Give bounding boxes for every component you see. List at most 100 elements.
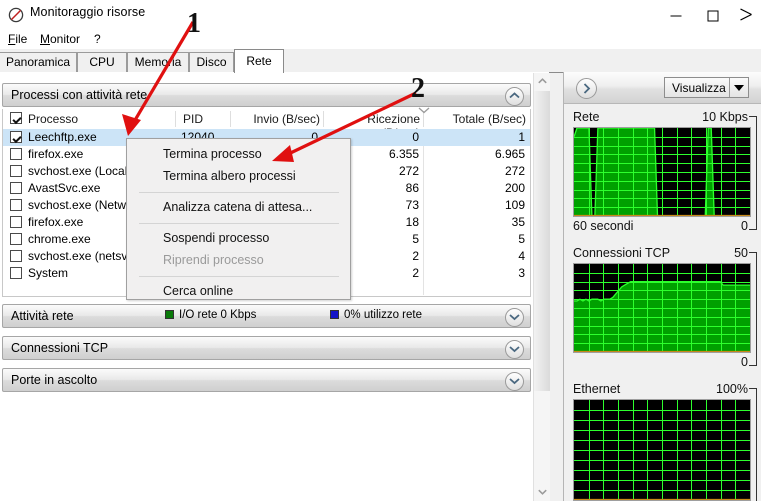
scrollbar-thumb[interactable] — [534, 91, 550, 391]
menu-bar: File Monitor ? — [0, 31, 761, 49]
graphs-pane: Visualizza Rete 10 Kbps 60 secondi 0 Con… — [563, 72, 761, 501]
cell-process-name: System — [28, 266, 69, 280]
row-checkbox[interactable] — [10, 165, 22, 177]
graph-tcp: Connessioni TCP 50 0 — [564, 246, 761, 376]
menu-help[interactable]: ? — [94, 32, 101, 46]
section-header-network-activity[interactable]: Attività rete I/O rete 0 Kbps 0% utilizz… — [2, 304, 531, 328]
context-menu-item[interactable]: Termina processo — [128, 144, 351, 166]
section-header-listening-ports[interactable]: Porte in ascolto — [2, 368, 531, 392]
caret-down-icon[interactable] — [734, 85, 744, 91]
close-button[interactable] — [731, 0, 761, 31]
cell-totale: 4 — [518, 249, 525, 263]
chevron-down-icon[interactable] — [505, 340, 524, 359]
section-title-network-activity: Attività rete — [11, 309, 74, 323]
tab-memoria[interactable]: Memoria — [127, 52, 189, 72]
legend-green-icon — [165, 310, 174, 319]
context-menu-item[interactable]: Termina albero processi — [128, 166, 351, 188]
menu-monitor[interactable]: Monitor — [40, 32, 80, 46]
row-checkbox[interactable] — [10, 131, 22, 143]
column-header-totale[interactable]: Totale (B/sec) — [427, 112, 526, 126]
context-menu-item-label: Sospendi processo — [163, 231, 270, 245]
column-divider[interactable] — [175, 111, 176, 127]
cell-totale: 1 — [518, 130, 525, 144]
graph-plot-rete[interactable] — [573, 127, 751, 217]
graph-min-tcp: 0 — [741, 355, 748, 369]
graph-plot-ethernet[interactable] — [573, 399, 751, 501]
cell-process-name: firefox.exe — [28, 147, 84, 161]
maximize-icon — [707, 10, 718, 21]
left-pane-scrollbar[interactable] — [533, 73, 550, 501]
graph-axis-bracket — [749, 252, 757, 366]
sort-indicator-icon — [418, 106, 430, 117]
row-checkbox[interactable] — [10, 182, 22, 194]
row-checkbox[interactable] — [10, 250, 22, 262]
graph-axis-bracket — [749, 116, 757, 230]
column-divider[interactable] — [323, 111, 324, 127]
context-menu-separator — [139, 192, 339, 193]
cell-totale: 5 — [518, 232, 525, 246]
context-menu-separator — [139, 223, 339, 224]
column-header-processo[interactable]: Processo — [28, 112, 78, 126]
column-divider[interactable] — [230, 111, 231, 127]
context-menu-item-label: Cerca online — [163, 284, 234, 298]
stat-network-io-label: I/O rete 0 Kbps — [179, 309, 257, 321]
graph-title-ethernet: Ethernet — [573, 382, 621, 396]
process-context-menu[interactable]: Termina processo Termina albero processi A… — [126, 138, 351, 300]
row-checkbox[interactable] — [10, 199, 22, 211]
cell-process-name: svchost.exe (Networl — [28, 198, 140, 212]
header-select-all-checkbox[interactable] — [10, 112, 22, 124]
section-title-processes: Processi con attività rete — [11, 88, 148, 102]
table-header-row: Processo PID Invio (B/sec) Ricezione (B/… — [3, 106, 530, 140]
context-menu-item[interactable]: Analizza catena di attesa... — [128, 197, 351, 219]
chevron-right-icon[interactable] — [576, 78, 597, 99]
title-bar: Monitoraggio risorse — [0, 0, 761, 31]
view-button[interactable]: Visualizza — [664, 77, 749, 98]
scroll-up-button[interactable] — [534, 73, 550, 90]
chevron-down-icon[interactable] — [505, 372, 524, 391]
row-checkbox[interactable] — [10, 148, 22, 160]
row-checkbox[interactable] — [10, 267, 22, 279]
context-menu-item-label: Riprendi processo — [163, 253, 264, 267]
chevron-up-icon[interactable] — [505, 87, 524, 106]
graph-ethernet: Ethernet 100% — [564, 382, 761, 501]
close-icon — [740, 7, 752, 23]
cell-process-name: chrome.exe — [28, 232, 91, 246]
cell-totale: 35 — [511, 215, 525, 229]
view-button-label: Visualizza — [672, 81, 726, 95]
cell-totale: 6.965 — [494, 147, 525, 161]
context-menu-item[interactable]: Sospendi processo — [128, 228, 351, 250]
maximize-button[interactable] — [694, 0, 731, 31]
context-menu-item-label: Termina processo — [163, 147, 262, 161]
context-menu-item[interactable]: Cerca online — [128, 281, 351, 303]
graphs-toolbar: Visualizza — [564, 72, 761, 104]
tab-cpu[interactable]: CPU — [77, 52, 127, 72]
graph-max-rete: 10 Kbps — [702, 110, 748, 124]
view-button-divider — [729, 78, 730, 97]
menu-file[interactable]: File — [8, 32, 27, 46]
context-menu-item: Riprendi processo — [128, 250, 351, 272]
chevron-down-icon[interactable] — [505, 308, 524, 327]
column-header-invio[interactable]: Invio (B/sec) — [235, 112, 320, 126]
tab-rete[interactable]: Rete — [234, 49, 284, 73]
row-checkbox[interactable] — [10, 233, 22, 245]
cell-totale: 272 — [504, 164, 525, 178]
resource-monitor-icon — [8, 7, 24, 23]
column-header-pid[interactable]: PID — [183, 112, 203, 126]
graph-title-tcp: Connessioni TCP — [573, 246, 671, 260]
minimize-button[interactable] — [657, 0, 694, 31]
graph-plot-tcp[interactable] — [573, 263, 751, 353]
tab-disco[interactable]: Disco — [189, 52, 234, 72]
stat-network-usage: 0% utilizzo rete — [330, 309, 422, 321]
legend-blue-icon — [330, 310, 339, 319]
cell-totale: 200 — [504, 181, 525, 195]
section-header-tcp-connections[interactable]: Connessioni TCP — [2, 336, 531, 360]
section-title-listening-ports: Porte in ascolto — [11, 373, 98, 387]
resource-monitor-window: Monitoraggio risorse File Monitor ? Pano… — [0, 0, 761, 501]
row-checkbox[interactable] — [10, 216, 22, 228]
context-menu-item-label: Analizza catena di attesa... — [163, 200, 313, 214]
graph-max-tcp: 50 — [734, 246, 748, 260]
tab-strip: Panoramica CPU Memoria Disco Rete — [0, 49, 761, 73]
scroll-down-button[interactable] — [534, 484, 550, 501]
tab-panoramica[interactable]: Panoramica — [0, 52, 77, 72]
section-header-processes[interactable]: Processi con attività rete — [2, 83, 531, 107]
